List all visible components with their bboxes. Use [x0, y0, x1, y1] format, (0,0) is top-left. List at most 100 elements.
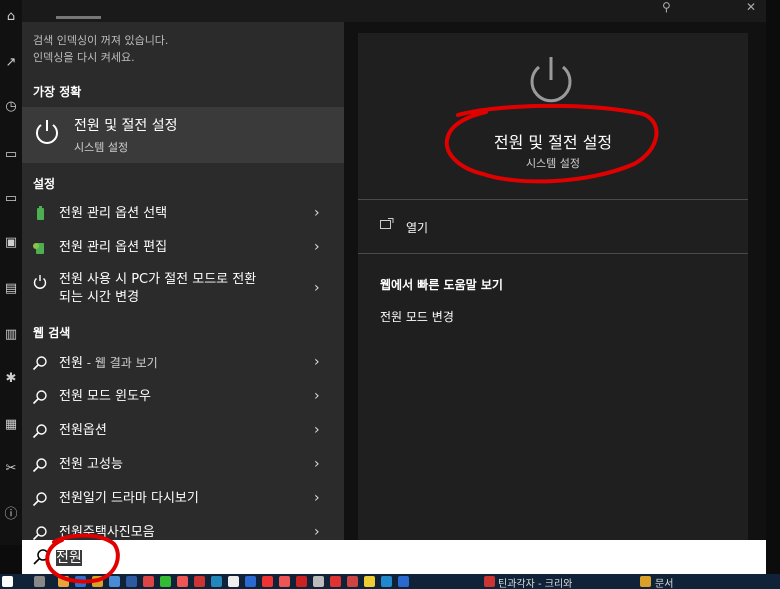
- settings-header: 설정: [33, 177, 56, 191]
- rail-pen-icon[interactable]: ↗: [4, 56, 18, 70]
- preview-subtitle: 시스템 설정: [525, 157, 581, 170]
- best-match-item[interactable]: 전원 및 절전 설정 시스템 설정: [22, 107, 344, 163]
- web-search-header: 웹 검색: [33, 326, 71, 340]
- chevron-right-icon: ›: [314, 388, 320, 404]
- search-icon: [32, 458, 47, 473]
- rail-tools-icon[interactable]: ✂: [4, 462, 18, 476]
- search-icon: [32, 424, 47, 439]
- settings-item-label-line1: 전원 사용 시 PC가 절전 모드로 전환: [59, 272, 257, 287]
- rail-home-icon[interactable]: ⌂: [4, 10, 18, 24]
- app-icon[interactable]: [160, 576, 171, 587]
- app-icon[interactable]: [126, 576, 137, 587]
- open-icon[interactable]: [380, 218, 394, 230]
- search-icon: [32, 356, 47, 371]
- preview-panel: 전원 및 절전 설정 시스템 설정 열기 웹에서 빠른 도움말 보기 전원 모드…: [358, 33, 748, 541]
- settings-item-edit-plan[interactable]: 전원 관리 옵션 편집 ›: [22, 234, 344, 264]
- open-action[interactable]: 열기: [406, 219, 428, 236]
- web-help-item[interactable]: 전원 모드 변경: [380, 308, 454, 325]
- folder-icon[interactable]: [640, 576, 651, 587]
- search-icon: [32, 492, 47, 507]
- web-item-label: 전원일기 드라마 다시보기: [59, 491, 199, 506]
- settings-item-label-line2: 되는 시간 변경: [59, 290, 140, 305]
- app-icon[interactable]: [109, 576, 120, 587]
- app-icon[interactable]: [313, 576, 324, 587]
- chevron-right-icon: ›: [314, 205, 320, 221]
- rail-info-icon[interactable]: ⓘ: [4, 508, 18, 522]
- chevron-right-icon: ›: [314, 524, 320, 540]
- app-icon[interactable]: [364, 576, 375, 587]
- notice-line2[interactable]: 인덱싱을 다시 켜세요.: [33, 49, 168, 66]
- chevron-right-icon: ›: [314, 422, 320, 438]
- settings-item-power-plan[interactable]: 전원 관리 옵션 선택 ›: [22, 200, 344, 230]
- app-icon[interactable]: [58, 576, 69, 587]
- web-item-label: 전원 - 웹 결과 보기: [59, 354, 158, 373]
- chevron-right-icon: ›: [314, 239, 320, 255]
- divider: [358, 253, 748, 254]
- web-help-header: 웹에서 빠른 도움말 보기: [380, 278, 503, 292]
- settings-item-label: 전원 관리 옵션 편집: [59, 240, 168, 255]
- app-icon[interactable]: [279, 576, 290, 587]
- rail-print-icon[interactable]: ▤: [4, 282, 18, 296]
- power-plan-icon: [33, 243, 44, 254]
- pin-icon[interactable]: ⚲: [662, 0, 671, 14]
- chevron-right-icon: ›: [314, 354, 320, 370]
- close-icon[interactable]: ✕: [746, 0, 756, 14]
- left-rail: ⌂ ↗ ◷ ▭ ▭ ▣ ▤ ▥ ✱ ▦ ✂ ⓘ: [0, 0, 22, 545]
- app-icon[interactable]: [296, 576, 307, 587]
- notice-line1: 검색 인덱싱이 꺼져 있습니다.: [33, 34, 169, 47]
- app-icon[interactable]: [143, 576, 154, 587]
- indexing-notice[interactable]: 검색 인덱싱이 꺼져 있습니다. 인덱싱을 다시 켜세요.: [33, 32, 168, 66]
- rail-store-icon[interactable]: ▦: [4, 418, 18, 432]
- settings-item-sleep-time[interactable]: 전원 사용 시 PC가 절전 모드로 전환 되는 시간 변경 ›: [22, 268, 344, 312]
- app-icon[interactable]: [177, 576, 188, 587]
- web-item-query: 전원: [59, 356, 83, 371]
- power-icon: [36, 120, 58, 144]
- battery-icon: [37, 206, 44, 220]
- best-match-title: 전원 및 절전 설정: [74, 118, 178, 134]
- web-item[interactable]: 전원 고성능 ›: [22, 450, 344, 480]
- web-item-suffix: - 웹 결과 보기: [82, 356, 158, 370]
- web-item-label: 전원 고성능: [59, 457, 123, 472]
- web-item[interactable]: 전원일기 드라마 다시보기 ›: [22, 484, 344, 514]
- search-box[interactable]: 전원: [22, 540, 766, 574]
- web-item[interactable]: 전원 모드 윈도우 ›: [22, 382, 344, 412]
- app-icon[interactable]: [330, 576, 341, 587]
- app-icon[interactable]: [262, 576, 273, 587]
- app-icon[interactable]: [92, 576, 103, 587]
- app-icon[interactable]: [75, 576, 86, 587]
- search-input[interactable]: 전원: [56, 547, 82, 567]
- web-item-label: 전원 모드 윈도우: [59, 389, 151, 404]
- window-top-strip: ⚲ ✕: [22, 0, 766, 22]
- power-icon: [530, 57, 572, 103]
- app-icon[interactable]: [228, 576, 239, 587]
- search-icon: [32, 390, 47, 405]
- app-icon[interactable]: [398, 576, 409, 587]
- search-results-panel: 검색 인덱싱이 꺼져 있습니다. 인덱싱을 다시 켜세요. 가장 정확 전원 및…: [22, 22, 344, 545]
- taskbar-item-label[interactable]: 문서: [655, 575, 673, 589]
- app-icon[interactable]: [194, 576, 205, 587]
- web-item[interactable]: 전원 - 웹 결과 보기 ›: [22, 348, 344, 378]
- taskbar: 틴과각자 - 크리와 문서: [0, 574, 780, 589]
- best-match-header: 가장 정확: [33, 85, 82, 99]
- search-icon: [33, 549, 49, 565]
- rail-network-icon[interactable]: ✱: [4, 372, 18, 386]
- settings-item-label: 전원 관리 옵션 선택: [59, 206, 168, 221]
- chevron-right-icon: ›: [314, 490, 320, 506]
- rail-clock-icon[interactable]: ◷: [4, 100, 18, 114]
- settings-item-label: 전원 사용 시 PC가 절전 모드로 전환 되는 시간 변경: [59, 271, 256, 307]
- rail-device-icon[interactable]: ▣: [4, 236, 18, 250]
- search-taskbar-icon[interactable]: [34, 576, 45, 587]
- app-icon[interactable]: [381, 576, 392, 587]
- chevron-right-icon: ›: [314, 280, 320, 296]
- rail-window2-icon[interactable]: ▭: [4, 192, 18, 206]
- rail-window-icon[interactable]: ▭: [4, 148, 18, 162]
- rail-doc-icon[interactable]: ▥: [4, 328, 18, 342]
- web-item[interactable]: 전원옵션 ›: [22, 416, 344, 446]
- taskbar-item-label[interactable]: 틴과각자 - 크리와: [498, 575, 572, 589]
- app-icon[interactable]: [211, 576, 222, 587]
- app-icon[interactable]: [347, 576, 358, 587]
- app-icon[interactable]: [245, 576, 256, 587]
- windows-start-icon[interactable]: [2, 576, 13, 587]
- app-icon[interactable]: [484, 576, 495, 587]
- search-query: 전원: [56, 550, 82, 566]
